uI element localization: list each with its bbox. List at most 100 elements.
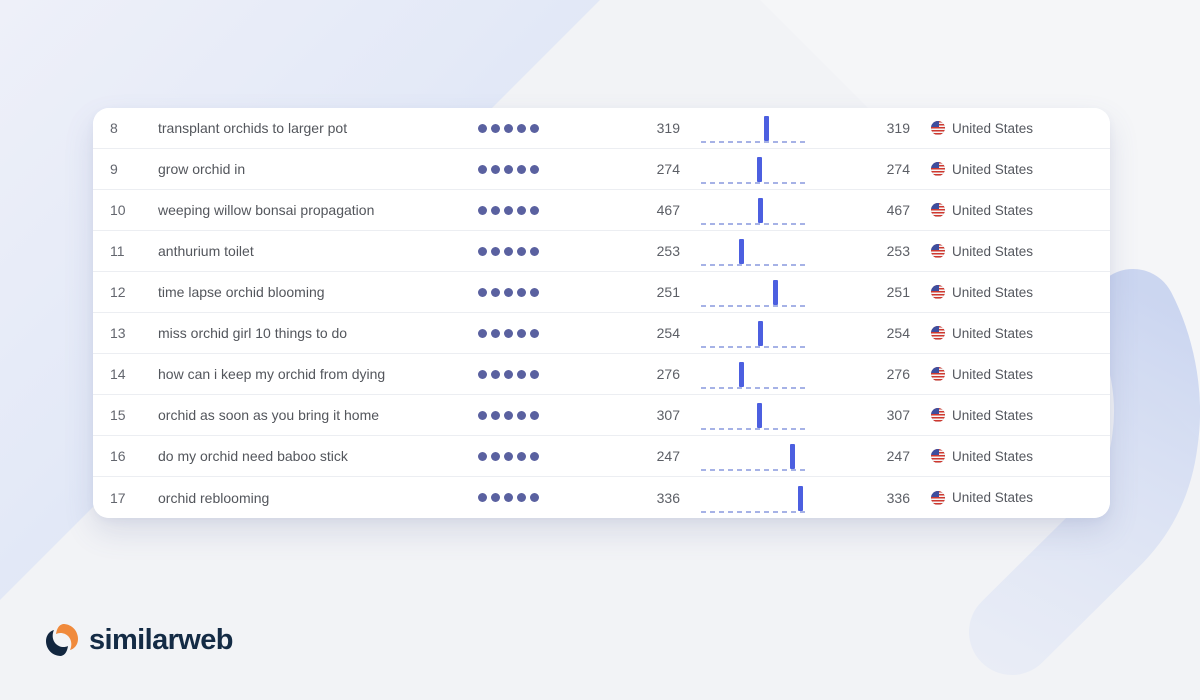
volume-secondary-cell: 276	[830, 366, 910, 382]
difficulty-dot	[517, 247, 526, 256]
difficulty-dot	[530, 493, 539, 502]
volume-cell: 253	[573, 243, 680, 259]
keyword-cell[interactable]: miss orchid girl 10 things to do	[158, 325, 443, 341]
table-row[interactable]: 13 miss orchid girl 10 things to do 254 …	[93, 313, 1110, 354]
us-flag-icon	[931, 326, 945, 340]
trend-sparkline	[701, 436, 809, 476]
keyword-table-card: 8 transplant orchids to larger pot 319 3…	[93, 108, 1110, 518]
country-cell: United States	[910, 162, 1110, 177]
difficulty-dots	[443, 452, 573, 461]
difficulty-dot	[504, 370, 513, 379]
trend-spark-cell	[680, 354, 830, 394]
keyword-cell[interactable]: weeping willow bonsai propagation	[158, 202, 443, 218]
rank-cell: 10	[93, 202, 158, 218]
country-label: United States	[952, 121, 1033, 136]
rank-cell: 17	[93, 490, 158, 506]
country-cell: United States	[910, 326, 1110, 341]
difficulty-dot	[530, 165, 539, 174]
trend-sparkline	[701, 190, 809, 230]
rank-cell: 16	[93, 448, 158, 464]
volume-cell: 251	[573, 284, 680, 300]
spark-dashed-baseline	[701, 469, 809, 471]
volume-cell: 274	[573, 161, 680, 177]
trend-sparkline	[701, 231, 809, 271]
trend-bar	[764, 116, 769, 141]
difficulty-dot	[478, 370, 487, 379]
trend-bar	[773, 280, 778, 305]
table-row[interactable]: 15 orchid as soon as you bring it home 3…	[93, 395, 1110, 436]
keyword-cell[interactable]: transplant orchids to larger pot	[158, 120, 443, 136]
difficulty-dot	[504, 124, 513, 133]
spark-dashed-baseline	[701, 264, 809, 266]
difficulty-dot	[491, 370, 500, 379]
volume-secondary-cell: 274	[830, 161, 910, 177]
difficulty-dot	[517, 452, 526, 461]
country-cell: United States	[910, 121, 1110, 136]
spark-dashed-baseline	[701, 387, 809, 389]
table-row[interactable]: 11 anthurium toilet 253 253 United State…	[93, 231, 1110, 272]
table-row[interactable]: 9 grow orchid in 274 274 United States	[93, 149, 1110, 190]
trend-bar	[758, 321, 763, 346]
table-row[interactable]: 12 time lapse orchid blooming 251 251 Un…	[93, 272, 1110, 313]
country-label: United States	[952, 367, 1033, 382]
country-cell: United States	[910, 203, 1110, 218]
trend-spark-cell	[680, 231, 830, 271]
difficulty-dot	[478, 288, 487, 297]
difficulty-dot	[504, 493, 513, 502]
country-label: United States	[952, 285, 1033, 300]
volume-secondary-cell: 467	[830, 202, 910, 218]
trend-spark-cell	[680, 190, 830, 230]
volume-cell: 276	[573, 366, 680, 382]
keyword-cell[interactable]: how can i keep my orchid from dying	[158, 366, 443, 382]
difficulty-dot	[504, 329, 513, 338]
difficulty-dot	[478, 124, 487, 133]
difficulty-dots	[443, 165, 573, 174]
country-cell: United States	[910, 367, 1110, 382]
table-row[interactable]: 8 transplant orchids to larger pot 319 3…	[93, 108, 1110, 149]
difficulty-dot	[491, 165, 500, 174]
us-flag-icon	[931, 162, 945, 176]
difficulty-dot	[478, 329, 487, 338]
difficulty-dot	[530, 411, 539, 420]
difficulty-dot	[478, 411, 487, 420]
trend-sparkline	[701, 354, 809, 394]
country-label: United States	[952, 326, 1033, 341]
trend-sparkline	[701, 149, 809, 189]
difficulty-dot	[504, 452, 513, 461]
difficulty-dots	[443, 411, 573, 420]
table-row[interactable]: 17 orchid reblooming 336 336 United Stat…	[93, 477, 1110, 518]
rank-cell: 8	[93, 120, 158, 136]
keyword-cell[interactable]: orchid reblooming	[158, 490, 443, 506]
difficulty-dots	[443, 329, 573, 338]
keyword-cell[interactable]: time lapse orchid blooming	[158, 284, 443, 300]
us-flag-icon	[931, 244, 945, 258]
keyword-cell[interactable]: do my orchid need baboo stick	[158, 448, 443, 464]
spark-dashed-baseline	[701, 182, 809, 184]
keyword-cell[interactable]: grow orchid in	[158, 161, 443, 177]
rank-cell: 12	[93, 284, 158, 300]
keyword-cell[interactable]: orchid as soon as you bring it home	[158, 407, 443, 423]
similarweb-logo-text: similarweb	[89, 624, 233, 657]
difficulty-dot	[530, 329, 539, 338]
country-cell: United States	[910, 490, 1110, 505]
table-row[interactable]: 16 do my orchid need baboo stick 247 247…	[93, 436, 1110, 477]
keyword-cell[interactable]: anthurium toilet	[158, 243, 443, 259]
difficulty-dot	[517, 493, 526, 502]
similarweb-logo: similarweb	[44, 622, 233, 658]
trend-bar	[798, 486, 803, 511]
difficulty-dot	[491, 493, 500, 502]
trend-bar	[757, 403, 762, 428]
difficulty-dot	[517, 411, 526, 420]
difficulty-dot	[491, 329, 500, 338]
trend-sparkline	[701, 108, 809, 148]
trend-sparkline	[701, 395, 809, 435]
rank-cell: 14	[93, 366, 158, 382]
difficulty-dot	[504, 247, 513, 256]
difficulty-dot	[491, 247, 500, 256]
difficulty-dot	[530, 452, 539, 461]
table-row[interactable]: 10 weeping willow bonsai propagation 467…	[93, 190, 1110, 231]
volume-secondary-cell: 319	[830, 120, 910, 136]
table-row[interactable]: 14 how can i keep my orchid from dying 2…	[93, 354, 1110, 395]
trend-spark-cell	[680, 395, 830, 435]
difficulty-dot	[478, 493, 487, 502]
